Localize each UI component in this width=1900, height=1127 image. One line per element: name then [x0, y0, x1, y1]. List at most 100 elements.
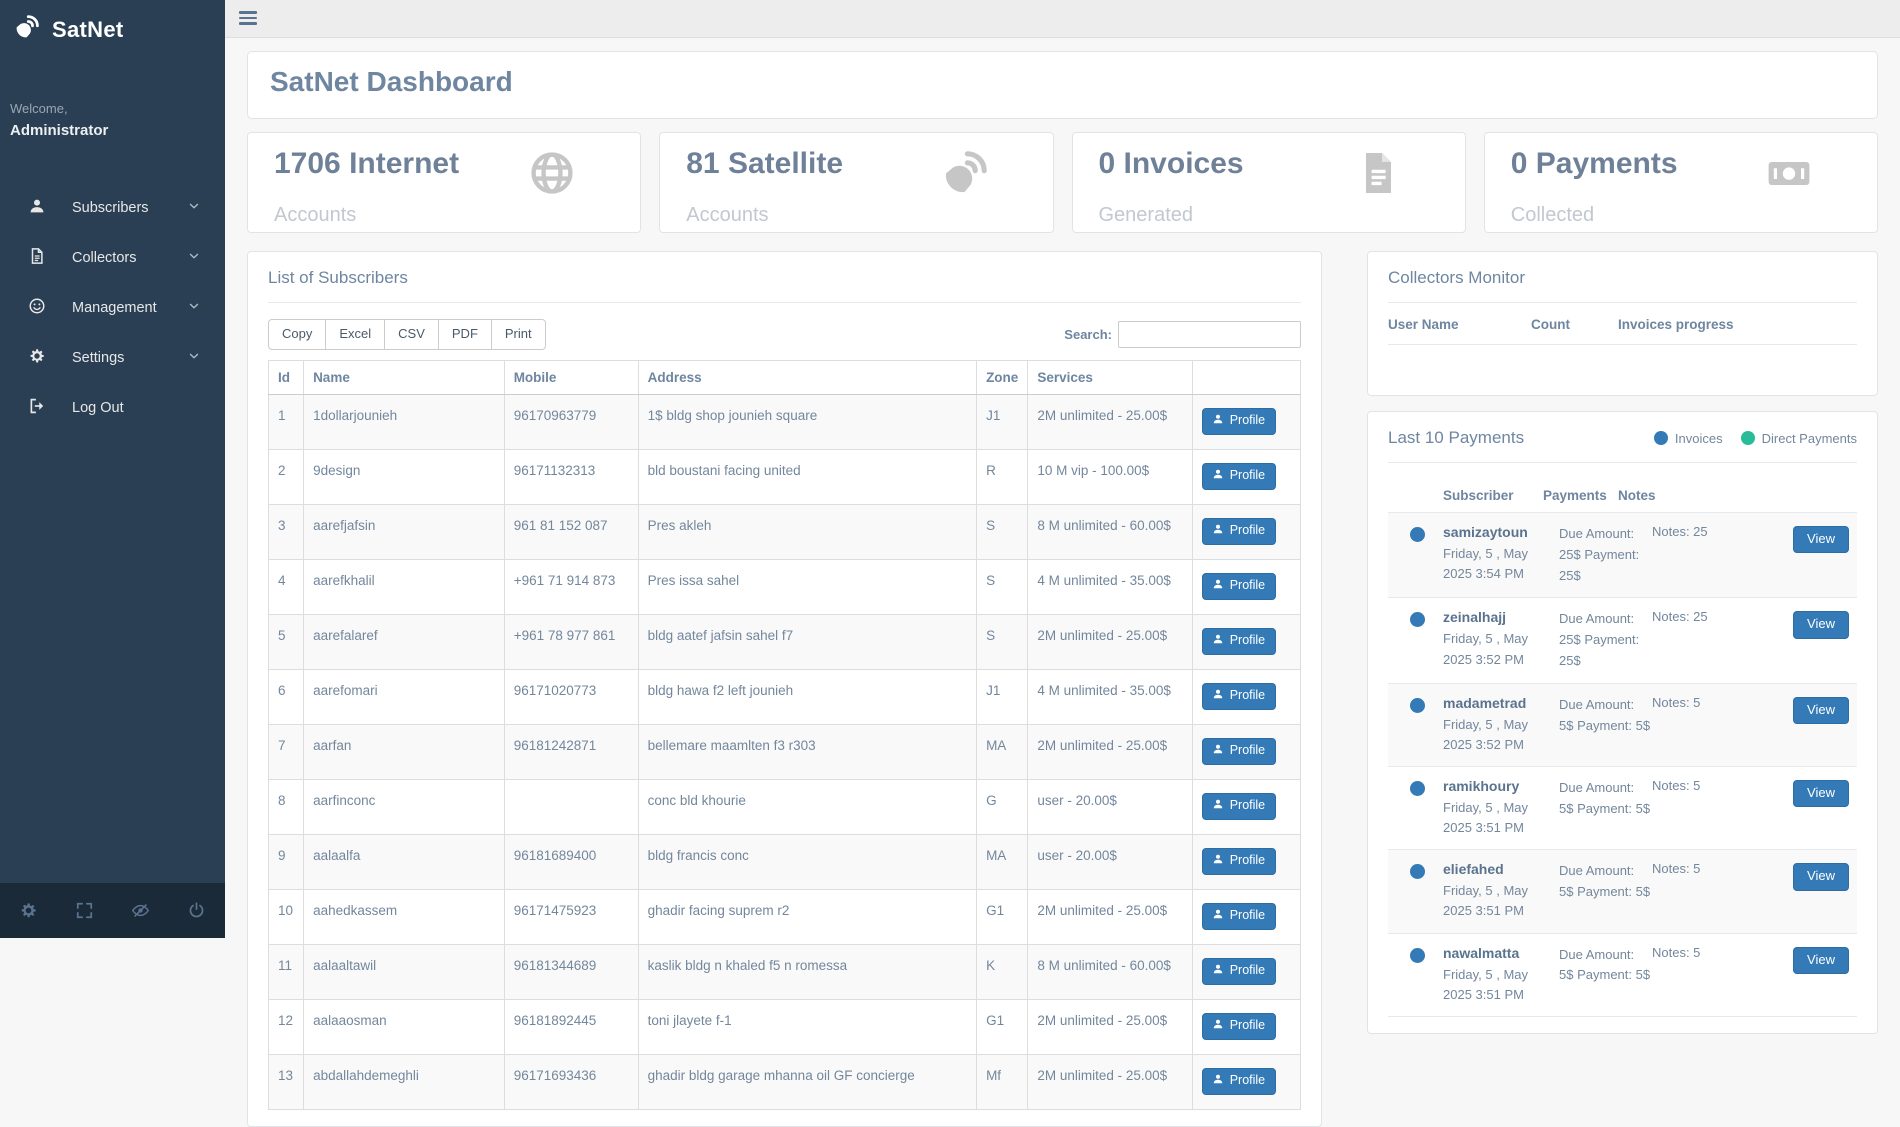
payment-subscriber[interactable]: zeinalhajj — [1443, 609, 1559, 625]
cell-actions: Profile — [1192, 889, 1300, 944]
sidebar-item-management[interactable]: Management — [0, 283, 225, 333]
chevron-down-icon — [187, 199, 201, 217]
column-header-services[interactable]: Services — [1028, 360, 1192, 394]
view-button[interactable]: View — [1793, 780, 1849, 807]
payment-subscriber[interactable]: nawalmatta — [1443, 945, 1559, 961]
table-toolbar: CopyExcelCSVPDFPrint Search: — [268, 319, 1301, 350]
column-header-address[interactable]: Address — [638, 360, 976, 394]
search-wrap: Search: — [1064, 321, 1301, 348]
cell-mobile: 96181689400 — [504, 834, 638, 889]
user-icon — [28, 197, 46, 219]
sidebar-item-collectors[interactable]: Collectors — [0, 233, 225, 283]
payment-subscriber[interactable]: eliefahed — [1443, 861, 1559, 877]
cell-mobile: 96171132313 — [504, 449, 638, 504]
legend-item-direct-payments: Direct Payments — [1741, 431, 1857, 446]
profile-button[interactable]: Profile — [1202, 518, 1276, 545]
column-header-name[interactable]: Name — [304, 360, 505, 394]
profile-button[interactable]: Profile — [1202, 738, 1276, 765]
payment-date: Friday, 5 , May 2025 3:52 PM — [1443, 715, 1559, 755]
collectors-monitor-empty-body — [1388, 345, 1857, 379]
print-export-button[interactable]: Print — [492, 319, 546, 350]
user-icon — [1212, 743, 1224, 759]
column-header-mobile[interactable]: Mobile — [504, 360, 638, 394]
footer-fullscreen-icon[interactable] — [56, 883, 112, 938]
payment-subscriber[interactable]: madametrad — [1443, 695, 1559, 711]
view-button[interactable]: View — [1793, 611, 1849, 638]
cell-mobile: 96181892445 — [504, 999, 638, 1054]
cell-services: 2M unlimited - 25.00$ — [1028, 999, 1192, 1054]
cell-name: aalaaltawil — [304, 944, 505, 999]
user-icon — [1212, 1018, 1224, 1034]
sidebar-item-subscribers[interactable]: Subscribers — [0, 183, 225, 233]
pdf-export-button[interactable]: PDF — [439, 319, 492, 350]
cell-address: Pres issa sahel — [638, 559, 976, 614]
menu-toggle-icon[interactable] — [239, 11, 257, 28]
payment-date: Friday, 5 , May 2025 3:51 PM — [1443, 881, 1559, 921]
cell-services: 2M unlimited - 25.00$ — [1028, 724, 1192, 779]
sidebar-item-settings[interactable]: Settings — [0, 333, 225, 383]
column-header-id[interactable]: Id — [269, 360, 304, 394]
profile-button[interactable]: Profile — [1202, 793, 1276, 820]
payment-amounts: Due Amount: 25$ Payment: 25$ — [1559, 609, 1652, 671]
cell-id: 6 — [269, 669, 304, 724]
column-header-zone[interactable]: Zone — [977, 360, 1028, 394]
cell-actions: Profile — [1192, 724, 1300, 779]
cell-services: 8 M unlimited - 60.00$ — [1028, 504, 1192, 559]
cell-mobile: 96171475923 — [504, 889, 638, 944]
payment-subscriber[interactable]: samizaytoun — [1443, 524, 1559, 540]
footer-power-icon[interactable] — [169, 883, 225, 938]
page-title: SatNet Dashboard — [270, 66, 1855, 98]
view-button[interactable]: View — [1793, 697, 1849, 724]
brand[interactable]: SatNet — [0, 0, 225, 55]
smiley-icon — [28, 297, 46, 319]
user-icon — [1212, 798, 1224, 814]
view-button[interactable]: View — [1793, 526, 1849, 553]
cell-actions: Profile — [1192, 1054, 1300, 1109]
table-row: 9aalaalfa96181689400bldg francis concMAu… — [269, 834, 1301, 889]
stat-value: 81 Satellite — [686, 147, 843, 182]
legend-dot-icon — [1741, 431, 1755, 445]
cell-actions: Profile — [1192, 834, 1300, 889]
profile-button[interactable]: Profile — [1202, 408, 1276, 435]
sidebar-item-log-out[interactable]: Log Out — [0, 383, 225, 433]
cell-id: 1 — [269, 394, 304, 449]
profile-button[interactable]: Profile — [1202, 1013, 1276, 1040]
profile-button[interactable]: Profile — [1202, 848, 1276, 875]
cell-services: user - 20.00$ — [1028, 779, 1192, 834]
cell-address: bldg hawa f2 left jounieh — [638, 669, 976, 724]
profile-button[interactable]: Profile — [1202, 628, 1276, 655]
column-header-invoices-progress: Invoices progress — [1618, 317, 1734, 332]
payment-subscriber[interactable]: ramikhoury — [1443, 778, 1559, 794]
cell-services: 2M unlimited - 25.00$ — [1028, 889, 1192, 944]
cell-name: aarefalaref — [304, 614, 505, 669]
view-button[interactable]: View — [1793, 863, 1849, 890]
sidebar-footer — [0, 883, 225, 938]
user-icon — [1212, 1073, 1224, 1089]
cell-services: user - 20.00$ — [1028, 834, 1192, 889]
view-button[interactable]: View — [1793, 947, 1849, 974]
profile-button[interactable]: Profile — [1202, 463, 1276, 490]
globe-icon — [528, 147, 616, 202]
profile-button[interactable]: Profile — [1202, 903, 1276, 930]
last-payments-panel: Last 10 Payments InvoicesDirect Payments… — [1367, 411, 1878, 1034]
table-row: 8aarfinconcconc bld khourieGuser - 20.00… — [269, 779, 1301, 834]
stats-row: 1706 InternetAccounts81 SatelliteAccount… — [247, 132, 1878, 233]
search-input[interactable] — [1118, 321, 1301, 348]
profile-button[interactable]: Profile — [1202, 1068, 1276, 1095]
column-header-subscriber: Subscriber — [1443, 488, 1543, 503]
cell-services: 10 M vip - 100.00$ — [1028, 449, 1192, 504]
footer-eye-slash-icon[interactable] — [113, 883, 169, 938]
copy-export-button[interactable]: Copy — [268, 319, 326, 350]
cell-address: conc bld khourie — [638, 779, 976, 834]
cell-mobile — [504, 779, 638, 834]
profile-button[interactable]: Profile — [1202, 958, 1276, 985]
profile-button[interactable]: Profile — [1202, 683, 1276, 710]
csv-export-button[interactable]: CSV — [385, 319, 439, 350]
cell-services: 8 M unlimited - 60.00$ — [1028, 944, 1192, 999]
excel-export-button[interactable]: Excel — [326, 319, 385, 350]
cell-address: bellemare maamlten f3 r303 — [638, 724, 976, 779]
profile-button[interactable]: Profile — [1202, 573, 1276, 600]
cell-actions: Profile — [1192, 999, 1300, 1054]
footer-gear-icon[interactable] — [0, 883, 56, 938]
cell-id: 3 — [269, 504, 304, 559]
